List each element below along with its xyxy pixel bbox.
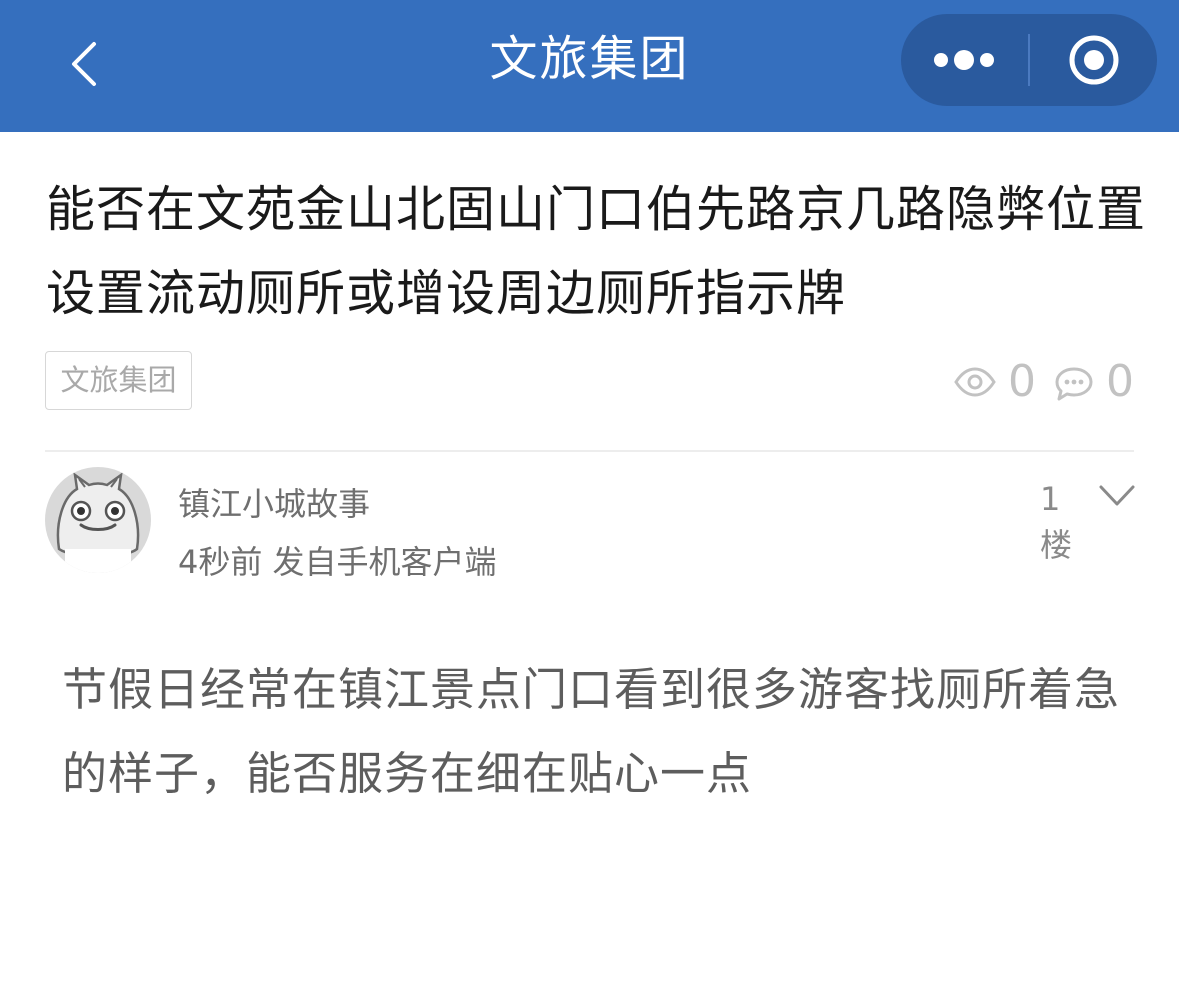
reply-content: 节假日经常在镇江景点门口看到很多游客找厕所着急的样子，能否服务在细在贴心一点	[62, 663, 1121, 800]
more-menu-button[interactable]	[901, 14, 1028, 106]
category-tag[interactable]: 文旅集团	[45, 351, 192, 410]
section-divider	[45, 450, 1134, 452]
close-mini-program-button[interactable]	[1030, 14, 1157, 106]
post-title: 能否在文苑金山北固山门口伯先路京几路隐弊位置设置流动厕所或增设周边厕所指示牌	[46, 181, 1147, 322]
top-navigation-bar: 文旅集团	[0, 0, 1179, 132]
mini-program-capsule	[901, 14, 1157, 106]
post-stats: 0 0	[950, 352, 1140, 412]
chevron-down-icon	[1099, 485, 1135, 506]
avatar[interactable]	[45, 467, 151, 573]
comment-bubble-icon	[1055, 367, 1093, 401]
comment-count: 0	[1106, 356, 1134, 407]
eye-icon	[954, 367, 996, 397]
target-circle-icon	[1069, 35, 1119, 85]
view-count: 0	[1008, 356, 1036, 407]
author-name[interactable]: 镇江小城故事	[178, 482, 370, 526]
more-dots-icon	[934, 50, 994, 70]
floor-label: 1楼	[1040, 480, 1073, 564]
cartoon-avatar-icon	[45, 467, 151, 573]
post-timestamp: 4秒前 发自手机客户端	[178, 543, 497, 581]
